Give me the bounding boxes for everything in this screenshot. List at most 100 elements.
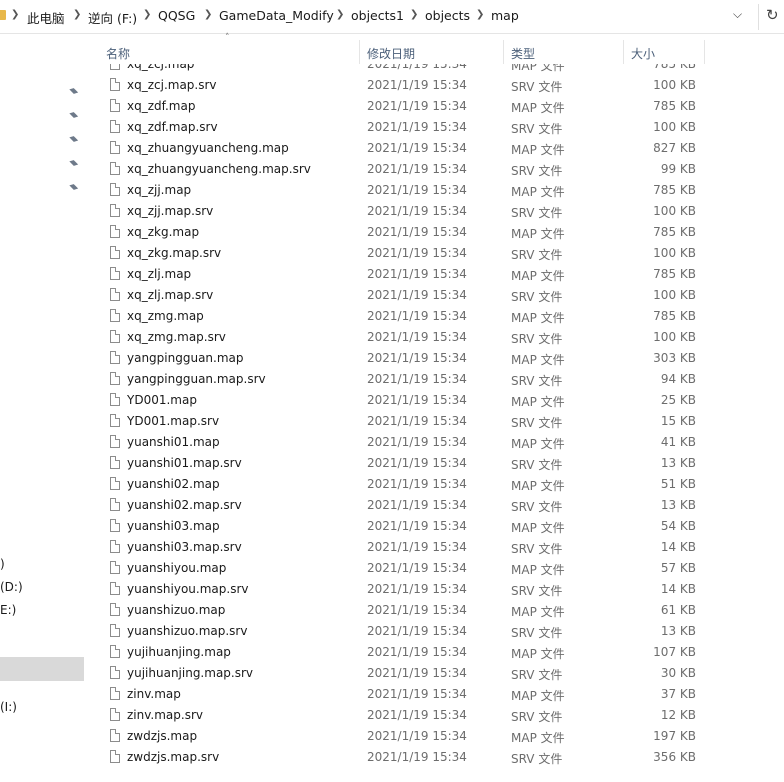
file-name[interactable]: yangpingguan.map — [127, 351, 244, 365]
file-row[interactable]: xq_zcj.map.srv 2021/1/19 15:34 SRV 文件 100 K… — [100, 75, 784, 96]
file-row[interactable]: yuanshiyou.map.srv 2021/1/19 15:34 SRV 文件 1… — [100, 579, 784, 600]
column-header-type[interactable]: 类型 — [511, 45, 535, 62]
breadcrumb-qqsg[interactable]: QQSG — [158, 8, 195, 23]
file-row[interactable]: YD001.map.srv 2021/1/19 15:34 SRV 文件 15 KB — [100, 411, 784, 432]
file-row[interactable]: yujihuanjing.map 2021/1/19 15:34 MAP 文件 107… — [100, 642, 784, 663]
file-row[interactable]: xq_zmg.map 2021/1/19 15:34 MAP 文件 785 KB — [100, 306, 784, 327]
breadcrumb-gamedata-modify[interactable]: GameData_Modify — [219, 8, 334, 23]
file-row[interactable]: YD001.map 2021/1/19 15:34 MAP 文件 25 KB — [100, 390, 784, 411]
file-name[interactable]: yuanshizuo.map — [127, 603, 225, 617]
file-row[interactable]: yuanshiyou.map 2021/1/19 15:34 MAP 文件 57 KB — [100, 558, 784, 579]
file-name[interactable]: xq_zkg.map.srv — [127, 246, 221, 260]
file-name[interactable]: YD001.map — [127, 393, 197, 407]
column-divider[interactable] — [359, 40, 360, 64]
pin-icon[interactable]: ▰ — [67, 179, 82, 194]
column-divider[interactable] — [503, 40, 504, 64]
column-header-size[interactable]: 大小 — [631, 45, 655, 62]
chevron-right-icon[interactable]: ❯ — [410, 9, 418, 20]
chevron-right-icon[interactable]: ❯ — [73, 9, 81, 20]
file-row[interactable]: yuanshizuo.map.srv 2021/1/19 15:34 SRV 文件 1… — [100, 621, 784, 642]
nav-item-drive-i[interactable]: (I:) — [0, 700, 17, 714]
file-row[interactable]: xq_zkg.map.srv 2021/1/19 15:34 SRV 文件 100 K… — [100, 243, 784, 264]
file-row[interactable]: yuanshi01.map.srv 2021/1/19 15:34 SRV 文件 13… — [100, 453, 784, 474]
chevron-right-icon[interactable]: ❯ — [11, 9, 19, 20]
column-header-date[interactable]: 修改日期 — [367, 45, 415, 62]
file-row[interactable]: xq_zmg.map.srv 2021/1/19 15:34 SRV 文件 100 K… — [100, 327, 784, 348]
file-row[interactable]: zinv.map 2021/1/19 15:34 MAP 文件 37 KB — [100, 684, 784, 705]
pin-icon[interactable]: ▰ — [67, 83, 82, 98]
file-row[interactable]: yuanshizuo.map 2021/1/19 15:34 MAP 文件 61 KB — [100, 600, 784, 621]
file-name[interactable]: xq_zjj.map.srv — [127, 204, 213, 218]
file-row[interactable]: xq_zhuangyuancheng.map.srv 2021/1/19 15:3… — [100, 159, 784, 180]
file-name[interactable]: yuanshi02.map.srv — [127, 498, 242, 512]
file-name[interactable]: yuanshi03.map.srv — [127, 540, 242, 554]
file-name[interactable]: yangpingguan.map.srv — [127, 372, 266, 386]
breadcrumb-map[interactable]: map — [491, 8, 519, 23]
file-name[interactable]: xq_zmg.map.srv — [127, 330, 226, 344]
column-header-name[interactable]: 名称 — [106, 45, 130, 62]
file-name[interactable]: xq_zcj.map.srv — [127, 78, 217, 92]
chevron-down-icon[interactable]: ⌵ — [733, 7, 742, 22]
refresh-icon[interactable]: ↻ — [766, 6, 779, 24]
file-row[interactable]: xq_zlj.map.srv 2021/1/19 15:34 SRV 文件 100 K… — [100, 285, 784, 306]
file-name[interactable]: zinv.map — [127, 687, 181, 701]
breadcrumb-drive-f[interactable]: 逆向 (F:) — [88, 8, 137, 27]
file-name[interactable]: zinv.map.srv — [127, 708, 203, 722]
file-row[interactable]: yuanshi03.map 2021/1/19 15:34 MAP 文件 54 KB — [100, 516, 784, 537]
file-name[interactable]: xq_zmg.map — [127, 309, 204, 323]
file-row[interactable]: xq_zhuangyuancheng.map 2021/1/19 15:34 MAP… — [100, 138, 784, 159]
file-name[interactable]: YD001.map.srv — [127, 414, 219, 428]
file-row[interactable]: zwdzjs.map 2021/1/19 15:34 MAP 文件 197 KB — [100, 726, 784, 747]
pin-icon[interactable]: ▰ — [67, 107, 82, 122]
file-name[interactable]: yuanshi01.map — [127, 435, 220, 449]
file-row[interactable]: yangpingguan.map 2021/1/19 15:34 MAP 文件 303… — [100, 348, 784, 369]
file-row[interactable]: yuanshi03.map.srv 2021/1/19 15:34 SRV 文件 14… — [100, 537, 784, 558]
file-name[interactable]: yuanshi03.map — [127, 519, 220, 533]
file-row[interactable]: xq_zjj.map.srv 2021/1/19 15:34 SRV 文件 100 K… — [100, 201, 784, 222]
file-name[interactable]: yujihuanjing.map — [127, 645, 231, 659]
file-name[interactable]: xq_zjj.map — [127, 183, 191, 197]
file-row[interactable]: yuanshi01.map 2021/1/19 15:34 MAP 文件 41 KB — [100, 432, 784, 453]
file-name[interactable]: yuanshi01.map.srv — [127, 456, 242, 470]
breadcrumb-objects1[interactable]: objects1 — [351, 8, 404, 23]
file-row[interactable]: zinv.map.srv 2021/1/19 15:34 SRV 文件 12 KB — [100, 705, 784, 726]
file-name[interactable]: xq_zhuangyuancheng.map.srv — [127, 162, 311, 176]
nav-item-selected[interactable] — [0, 657, 84, 681]
file-name[interactable]: yujihuanjing.map.srv — [127, 666, 253, 680]
column-divider[interactable] — [623, 40, 624, 64]
file-name[interactable]: yuanshiyou.map — [127, 561, 226, 575]
file-row[interactable]: xq_zdf.map.srv 2021/1/19 15:34 SRV 文件 100 K… — [100, 117, 784, 138]
file-name[interactable]: xq_zhuangyuancheng.map — [127, 141, 289, 155]
address-bar[interactable]: ❯ 此电脑 ❯ 逆向 (F:) ❯ QQSG ❯ GameData_Modify… — [0, 0, 784, 34]
file-name[interactable]: yuanshiyou.map.srv — [127, 582, 248, 596]
file-name[interactable]: yuanshizuo.map.srv — [127, 624, 247, 638]
file-row[interactable]: yuanshi02.map.srv 2021/1/19 15:34 SRV 文件 13… — [100, 495, 784, 516]
file-row[interactable]: zwdzjs.map.srv 2021/1/19 15:34 SRV 文件 356 K… — [100, 747, 784, 768]
breadcrumb-objects[interactable]: objects — [425, 8, 470, 23]
file-row[interactable]: xq_zdf.map 2021/1/19 15:34 MAP 文件 785 KB — [100, 96, 784, 117]
file-name[interactable]: xq_zlj.map — [127, 267, 191, 281]
breadcrumb-this-pc[interactable]: 此电脑 — [27, 8, 65, 27]
nav-item-drive[interactable]: ) — [0, 557, 5, 571]
file-row[interactable]: xq_zkg.map 2021/1/19 15:34 MAP 文件 785 KB — [100, 222, 784, 243]
file-row[interactable]: xq_zlj.map 2021/1/19 15:34 MAP 文件 785 KB — [100, 264, 784, 285]
file-row[interactable]: yangpingguan.map.srv 2021/1/19 15:34 SRV 文… — [100, 369, 784, 390]
file-row[interactable]: xq_zjj.map 2021/1/19 15:34 MAP 文件 785 KB — [100, 180, 784, 201]
file-row[interactable]: yuanshi02.map 2021/1/19 15:34 MAP 文件 51 KB — [100, 474, 784, 495]
chevron-right-icon[interactable]: ❯ — [336, 9, 344, 20]
chevron-right-icon[interactable]: ❯ — [143, 9, 151, 20]
file-name[interactable]: zwdzjs.map.srv — [127, 750, 219, 764]
column-divider[interactable] — [704, 40, 705, 64]
pin-icon[interactable]: ▰ — [67, 131, 82, 146]
nav-item-drive-e[interactable]: E:) — [0, 603, 16, 617]
file-name[interactable]: xq_zlj.map.srv — [127, 288, 213, 302]
pin-icon[interactable]: ▰ — [67, 155, 82, 170]
file-name[interactable]: xq_zkg.map — [127, 225, 199, 239]
nav-item-drive-d[interactable]: (D:) — [0, 580, 23, 594]
chevron-right-icon[interactable]: ❯ — [204, 9, 212, 20]
chevron-right-icon[interactable]: ❯ — [476, 9, 484, 20]
file-name[interactable]: yuanshi02.map — [127, 477, 220, 491]
file-name[interactable]: xq_zdf.map.srv — [127, 120, 218, 134]
file-name[interactable]: xq_zdf.map — [127, 99, 195, 113]
file-name[interactable]: zwdzjs.map — [127, 729, 197, 743]
